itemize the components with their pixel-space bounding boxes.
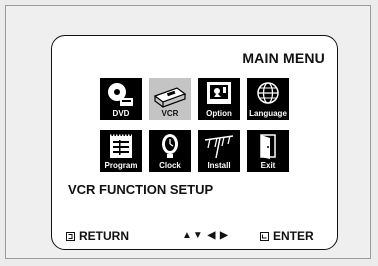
menu-title: MAIN MENU — [242, 50, 325, 66]
menu-subtitle: VCR FUNCTION SETUP — [68, 182, 214, 197]
return-label: RETURN — [79, 229, 129, 243]
menu-item-label: Clock — [159, 161, 181, 170]
menu-screen: MAIN MENU DVD VCR Option Language Progra… — [51, 35, 338, 250]
menu-item-clock[interactable]: Clock — [149, 130, 191, 172]
enter-label: ENTER — [273, 229, 314, 243]
menu-item-vcr[interactable]: VCR — [149, 78, 191, 120]
return-key-icon — [66, 231, 75, 241]
outer-frame: MAIN MENU DVD VCR Option Language Progra… — [5, 5, 371, 259]
menu-item-dvd[interactable]: DVD — [100, 78, 142, 120]
return-hint[interactable]: RETURN — [66, 229, 129, 243]
arrow-keys-hint: ▲▼ ◀ ▶ — [182, 230, 229, 241]
menu-item-label: Option — [206, 109, 232, 118]
menu-item-language[interactable]: Language — [247, 78, 289, 120]
menu-item-program[interactable]: Program — [100, 130, 142, 172]
menu-item-label: DVD — [112, 109, 130, 118]
menu-item-exit[interactable]: Exit — [247, 130, 289, 172]
menu-item-label: Exit — [260, 161, 276, 170]
menu-item-label: Program — [104, 161, 138, 170]
menu-item-label: Install — [207, 161, 231, 170]
menu-item-label: Language — [249, 109, 287, 118]
menu-item-install[interactable]: Install — [198, 130, 240, 172]
enter-hint[interactable]: ENTER — [260, 229, 314, 243]
menu-item-label: VCR — [161, 109, 179, 118]
enter-key-icon — [260, 231, 269, 241]
menu-item-option[interactable]: Option — [198, 78, 240, 120]
